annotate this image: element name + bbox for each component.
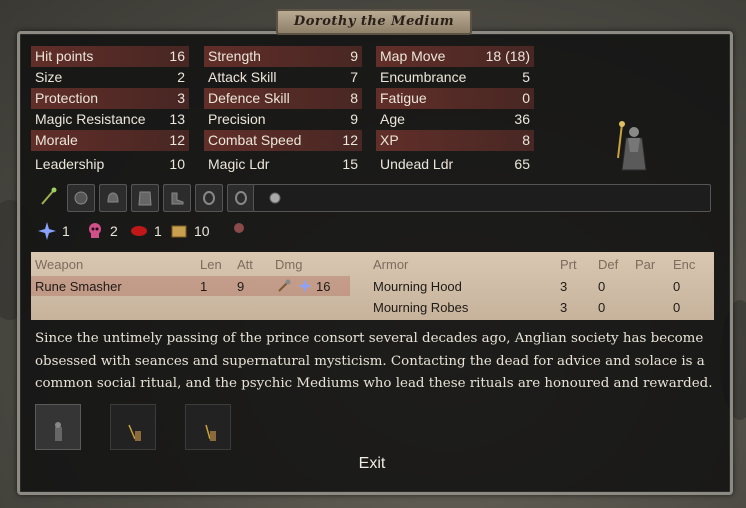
stat-magic-leadership[interactable]: Magic Ldr 15 — [204, 154, 362, 175]
orb-icon — [269, 192, 281, 204]
stats-column-1: Hit points 16 Size 2 Protection 3 Magic Res… — [31, 46, 189, 175]
helmet-icon[interactable] — [99, 184, 127, 212]
stat-leadership[interactable]: Leadership 10 — [31, 154, 189, 175]
unit-description: Since the untimely passing of the prince… — [35, 331, 713, 391]
staff-icon[interactable] — [35, 184, 61, 210]
unit-name-title: Dorothy the Medium — [276, 9, 472, 35]
stats-column-3: Map Move 18 (18) Encumbrance 5 Fatigue 0 Ag… — [376, 46, 534, 175]
unit-alt-sprite-icon — [205, 424, 216, 441]
armor-def-hood: 0 — [598, 279, 606, 294]
weapon-len: 1 — [200, 279, 208, 294]
stat-protection[interactable]: Protection 3 — [31, 88, 189, 109]
blood-icon — [131, 226, 147, 236]
astral-icon — [38, 222, 56, 240]
armor-def-robes: 0 — [598, 300, 606, 315]
blood-path-badge[interactable]: 1 — [130, 221, 162, 241]
enc-header: Enc — [673, 257, 696, 272]
stat-xp[interactable]: XP 8 — [376, 130, 534, 151]
def-header: Def — [598, 257, 619, 272]
armor-enc-hood: 0 — [673, 279, 681, 294]
death-icon — [89, 223, 101, 238]
armor-prt-hood: 3 — [560, 279, 568, 294]
stat-magic-resistance[interactable]: Magic Resistance 13 — [31, 109, 189, 130]
armor-name-hood[interactable]: Mourning Hood — [373, 279, 462, 294]
stat-map-move[interactable]: Map Move 18 (18) — [376, 46, 534, 67]
armor-header: Armor — [373, 257, 409, 272]
stat-precision[interactable]: Precision 9 — [204, 109, 362, 130]
weapon-dmg: 16 — [316, 279, 331, 294]
stat-morale[interactable]: Morale 12 — [31, 130, 189, 151]
stat-encumbrance[interactable]: Encumbrance 5 — [376, 67, 534, 88]
weapons-armor-table: Weapon Len Att Dmg Armor Prt Def Par Enc… — [31, 252, 714, 320]
astral-path-badge[interactable]: 1 — [38, 221, 70, 241]
stat-combat-speed[interactable]: Combat Speed 12 — [204, 130, 362, 151]
stat-strength[interactable]: Strength 9 — [204, 46, 362, 67]
gold-cost-badge[interactable]: 10 — [170, 221, 210, 241]
att-header: Att — [237, 257, 253, 272]
weapon-header: Weapon — [35, 257, 84, 272]
prt-header: Prt — [560, 257, 577, 272]
stat-defence-skill[interactable]: Defence Skill 8 — [204, 88, 362, 109]
blunt-damage-icon — [278, 279, 291, 292]
gold-icon — [171, 225, 187, 238]
armor-icon[interactable] — [131, 184, 159, 212]
magic-damage-icon — [298, 279, 312, 293]
stat-age[interactable]: Age 36 — [376, 109, 534, 130]
sprite-thumbnail-1[interactable] — [35, 404, 81, 450]
weapon-att: 9 — [237, 279, 245, 294]
ring-icon[interactable] — [195, 184, 223, 212]
boots-icon[interactable] — [163, 184, 191, 212]
ring-icon[interactable] — [227, 184, 255, 212]
shield-icon[interactable] — [67, 184, 95, 212]
len-header: Len — [200, 257, 222, 272]
stat-hit-points[interactable]: Hit points 16 — [31, 46, 189, 67]
death-path-badge[interactable]: 2 — [86, 221, 118, 241]
unit-sprite-icon — [55, 422, 62, 441]
stat-undead-leadership[interactable]: Undead Ldr 65 — [376, 154, 534, 175]
misc-status-badge[interactable] — [232, 221, 246, 235]
exit-button[interactable]: Exit — [332, 452, 412, 476]
sprite-thumbnail-3[interactable] — [185, 404, 231, 450]
stat-attack-skill[interactable]: Attack Skill 7 — [204, 67, 362, 88]
stats-column-2: Strength 9 Attack Skill 7 Defence Skill 8 P… — [204, 46, 362, 175]
stat-fatigue[interactable]: Fatigue 0 — [376, 88, 534, 109]
misc-item-slot[interactable] — [253, 184, 711, 212]
unit-attack-sprite-icon — [128, 424, 141, 441]
armor-enc-robes: 0 — [673, 300, 681, 315]
stat-size[interactable]: Size 2 — [31, 67, 189, 88]
par-header: Par — [635, 257, 656, 272]
weapon-name[interactable]: Rune Smasher — [35, 279, 122, 294]
sprite-thumbnail-2[interactable] — [110, 404, 156, 450]
skull-small-icon — [234, 223, 244, 233]
armor-prt-robes: 3 — [560, 300, 568, 315]
dmg-header: Dmg — [275, 257, 303, 272]
armor-name-robes[interactable]: Mourning Robes — [373, 300, 468, 315]
unit-portrait-sprite — [617, 121, 647, 171]
